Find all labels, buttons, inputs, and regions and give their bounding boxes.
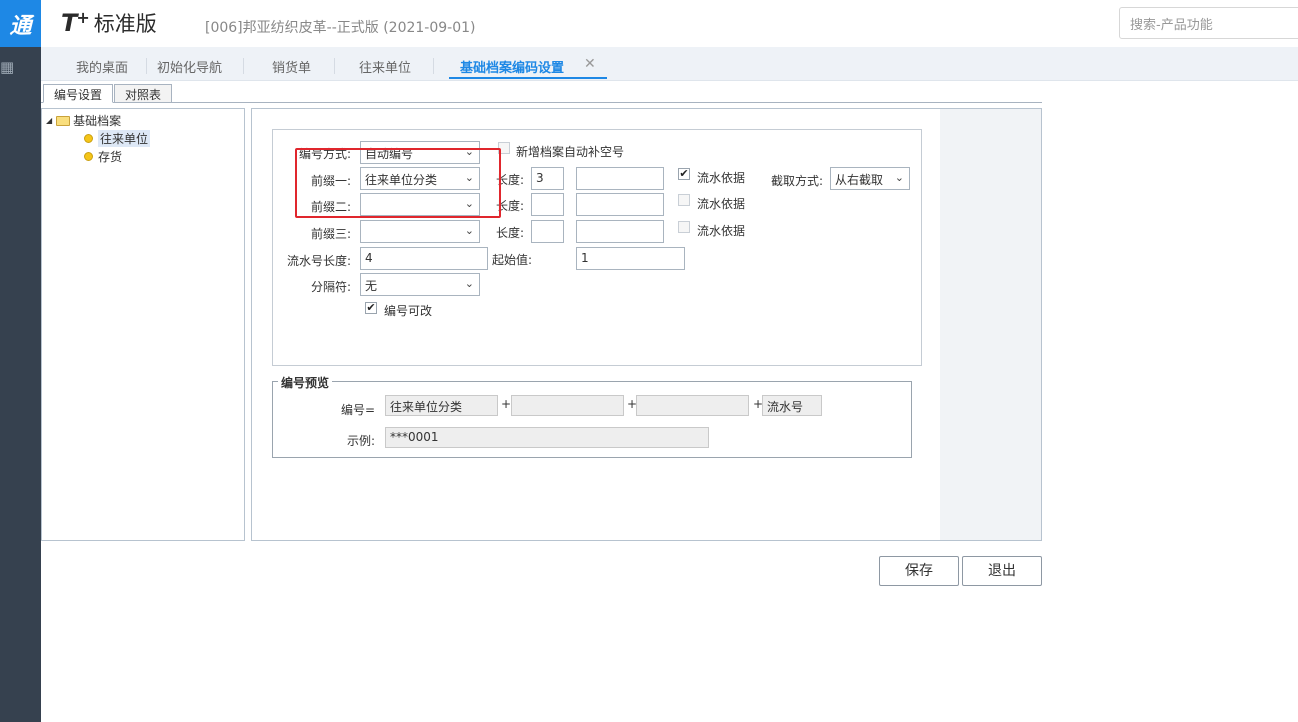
prefix1-extra-input[interactable]	[576, 167, 664, 190]
subtab-code-settings[interactable]: 编号设置	[43, 84, 114, 103]
highlight-box	[295, 148, 501, 218]
brand-name: 标准版	[93, 12, 157, 36]
preview-part4: 流水号	[762, 395, 822, 416]
serial-basis2-label: 流水依据	[697, 197, 746, 211]
grid-icon[interactable]: ▦	[0, 58, 16, 76]
editable-label: 编号可改	[384, 304, 433, 318]
brand-logo: T + 标准版	[61, 8, 157, 38]
tree-item-partners[interactable]: 往来单位	[84, 130, 151, 147]
preview-part3	[636, 395, 749, 416]
tree-item-inventory[interactable]: 存货	[84, 148, 122, 165]
prefix3-extra-input[interactable]	[576, 220, 664, 243]
tab-sales-order[interactable]: 销货单	[272, 57, 311, 76]
length1-input[interactable]: 3	[531, 167, 564, 190]
panel-grey-area	[940, 109, 1041, 540]
tree-item-label: 存货	[98, 150, 123, 164]
prefix3-label: 前缀三:	[310, 227, 351, 241]
chevron-down-icon: ⌄	[894, 171, 904, 184]
tree-root[interactable]: ◢ 基础档案	[46, 112, 121, 129]
serial-length-input[interactable]: 4	[360, 247, 488, 270]
serial-basis3-label: 流水依据	[697, 224, 746, 238]
subtab-mapping-table[interactable]: 对照表	[114, 84, 173, 103]
serial-basis1-label: 流水依据	[697, 171, 746, 185]
start-value-input[interactable]: 1	[576, 247, 685, 270]
folder-icon	[56, 115, 71, 126]
left-rail: 通 ▦	[0, 0, 41, 722]
prefix2-extra-input[interactable]	[576, 193, 664, 216]
preview-part1: 往来单位分类	[385, 395, 498, 416]
tree-item-label: 往来单位	[98, 130, 151, 147]
top-header: T + 标准版 [006]邦亚纺织皮革--正式版 (2021-09-01) 搜索…	[41, 0, 1298, 47]
brand-plus: +	[76, 8, 90, 27]
cut-select-value: 从右截取	[835, 173, 884, 187]
active-tab-indicator	[449, 77, 607, 79]
separator-select[interactable]: 无 ⌄	[360, 273, 480, 296]
preview-code-label: 编号=	[340, 403, 375, 417]
preview-example-value: ***0001	[385, 427, 709, 448]
tab-divider	[243, 58, 244, 74]
app-logo[interactable]: 通	[0, 0, 41, 47]
editable-checkbox[interactable]: ✔	[365, 302, 377, 314]
chevron-down-icon: ⌄	[464, 277, 474, 290]
preview-example-label: 示例:	[346, 434, 375, 448]
length3-input[interactable]	[531, 220, 564, 243]
length2-input[interactable]	[531, 193, 564, 216]
plus-sign: +	[501, 397, 512, 411]
separator-select-value: 无	[365, 279, 378, 293]
length3-label: 长度:	[495, 226, 524, 240]
prefix3-select[interactable]: ⌄	[360, 220, 480, 243]
close-icon[interactable]: ✕	[584, 56, 596, 72]
account-info: [006]邦亚纺织皮革--正式版 (2021-09-01)	[205, 20, 476, 36]
serial-basis1-checkbox[interactable]: ✔	[678, 168, 690, 180]
cut-label: 截取方式:	[770, 174, 823, 188]
save-button[interactable]: 保存	[879, 556, 959, 586]
search-input[interactable]: 搜索-产品功能	[1119, 7, 1298, 39]
exit-button[interactable]: 退出	[962, 556, 1042, 586]
cut-select[interactable]: 从右截取 ⌄	[830, 167, 910, 190]
tab-bar: 我的桌面 初始化导航 销货单 往来单位 基础档案编码设置 ✕	[41, 47, 1298, 81]
sub-tab-bar: 编号设置 对照表	[41, 82, 1042, 103]
tab-divider	[146, 58, 147, 74]
tab-desktop[interactable]: 我的桌面	[76, 57, 128, 76]
node-icon	[84, 152, 93, 161]
collapse-triangle-icon[interactable]: ◢	[46, 116, 52, 125]
tab-init-guide[interactable]: 初始化导航	[157, 57, 222, 76]
autofill-label: 新增档案自动补空号	[516, 145, 625, 159]
tree-root-label: 基础档案	[73, 114, 122, 128]
separator-label: 分隔符:	[310, 280, 351, 294]
tab-code-settings[interactable]: 基础档案编码设置	[460, 57, 564, 76]
start-value-label: 起始值:	[492, 253, 533, 267]
node-icon	[84, 134, 93, 143]
serial-basis2-checkbox[interactable]	[678, 194, 690, 206]
serial-basis3-checkbox[interactable]	[678, 221, 690, 233]
serial-length-label: 流水号长度:	[286, 254, 351, 268]
tab-divider	[433, 58, 434, 74]
archive-tree: ◢ 基础档案 往来单位 存货	[41, 108, 245, 541]
chevron-down-icon: ⌄	[464, 224, 474, 237]
tab-divider	[334, 58, 335, 74]
preview-part2	[511, 395, 624, 416]
code-preview-box: 编号预览 编号= 往来单位分类 + + + 流水号 示例: ***0001	[272, 374, 912, 458]
preview-title: 编号预览	[278, 374, 333, 391]
brand-t: T	[61, 9, 77, 37]
tab-partners[interactable]: 往来单位	[359, 57, 411, 76]
